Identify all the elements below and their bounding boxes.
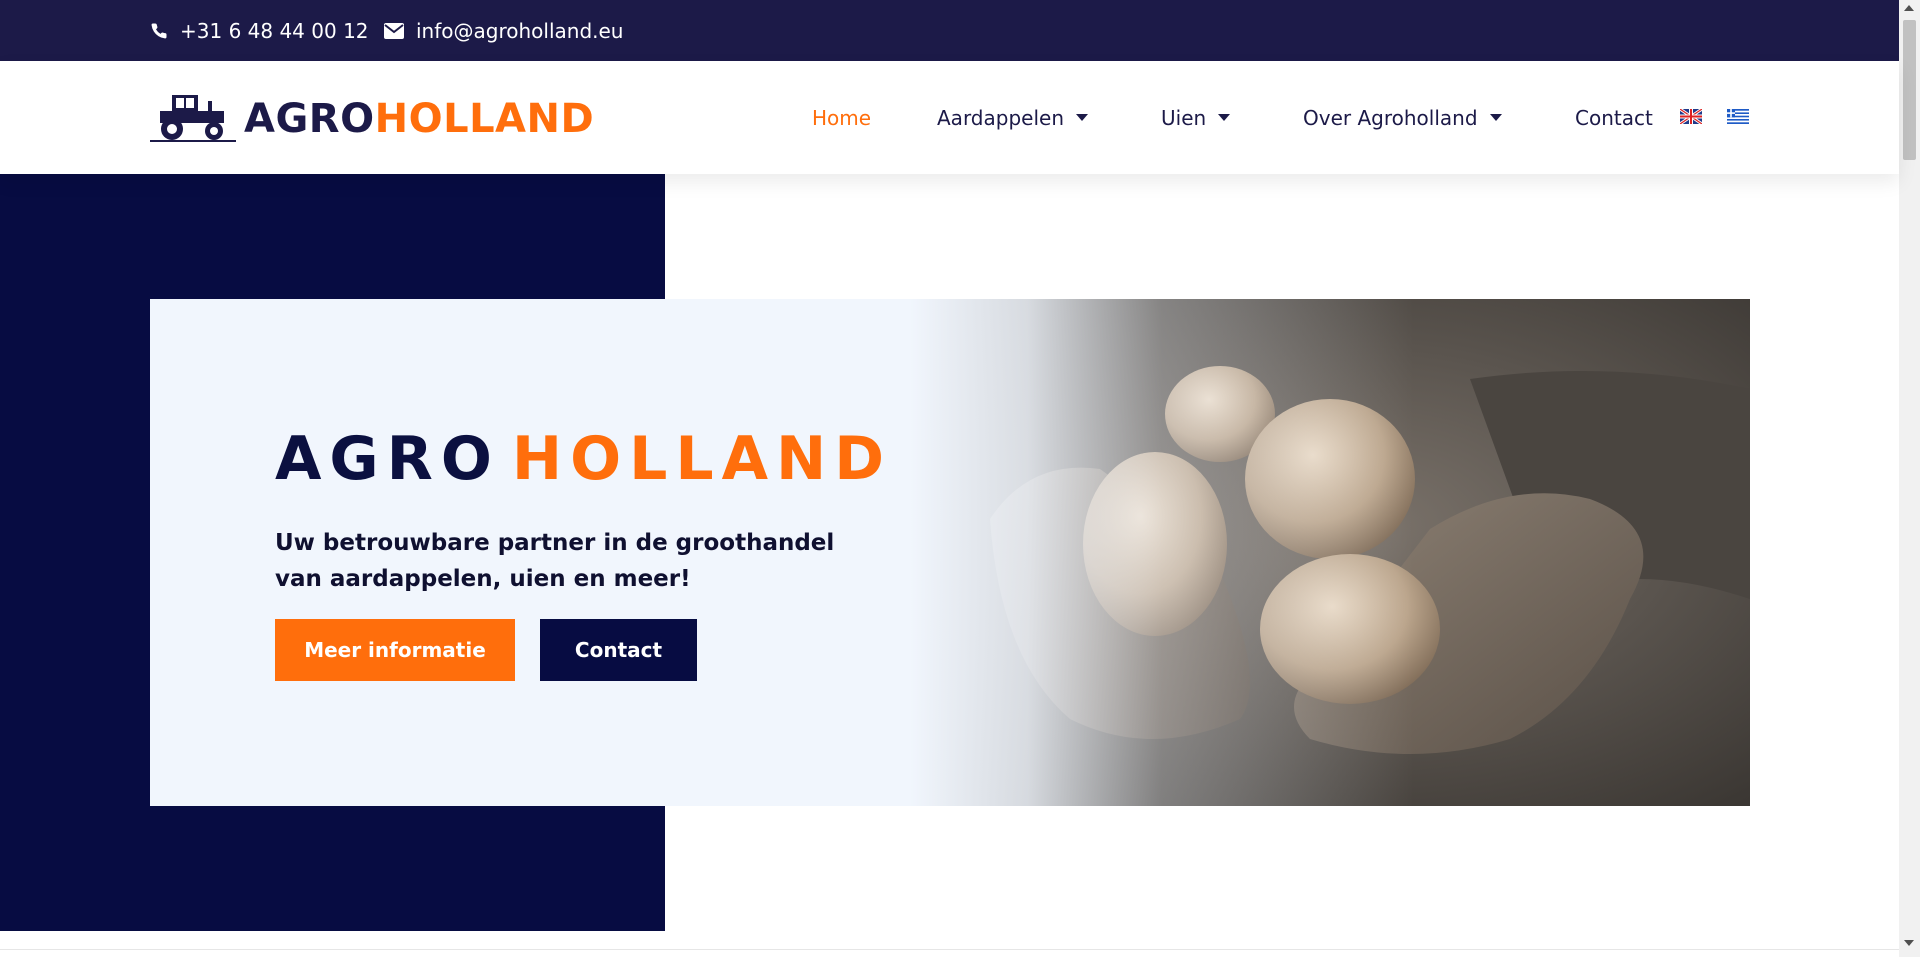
- caret-down-icon: [1218, 114, 1231, 121]
- site-header: AGROHOLLAND Home Aardappelen Uien Over A…: [0, 61, 1899, 174]
- meer-informatie-button[interactable]: Meer informatie: [275, 619, 515, 681]
- uk-flag-icon[interactable]: [1679, 107, 1703, 126]
- tractor-icon: [150, 91, 236, 147]
- nav-home-label: Home: [812, 105, 872, 130]
- nav-contact-label: Contact: [1575, 105, 1653, 130]
- nav-uien[interactable]: Uien: [1161, 61, 1231, 174]
- hero-subtitle: Uw betrouwbare partner in de groothandel…: [275, 530, 835, 592]
- email-address: info@agroholland.eu: [416, 18, 624, 43]
- nav-aardappelen-label: Aardappelen: [937, 105, 1064, 130]
- logo-text-holland: HOLLAND: [374, 96, 595, 142]
- nav-over-label: Over Agroholland: [1303, 105, 1478, 130]
- logo-text-agro: AGRO: [244, 96, 375, 142]
- caret-down-icon: [1076, 114, 1088, 121]
- hero-title-holland: HOLLAND: [511, 424, 893, 494]
- nav-home[interactable]: Home: [812, 61, 871, 174]
- hero-title-agro: AGRO: [275, 424, 500, 494]
- nav-contact[interactable]: Contact: [1575, 61, 1653, 174]
- email-contact[interactable]: info@agroholland.eu: [384, 0, 623, 61]
- caret-down-icon: [1489, 114, 1502, 121]
- site-logo[interactable]: AGROHOLLAND: [150, 91, 594, 147]
- contact-button[interactable]: Contact: [540, 619, 697, 681]
- nav-aardappelen[interactable]: Aardappelen: [937, 61, 1088, 174]
- hero-card: AGRO HOLLAND Uw betrouwbare partner in de…: [150, 299, 1750, 806]
- nav-uien-label: Uien: [1161, 105, 1207, 130]
- greece-flag-icon[interactable]: [1727, 109, 1749, 124]
- phone-contact[interactable]: +31 6 48 44 00 12: [150, 0, 369, 61]
- envelope-icon: [384, 22, 404, 39]
- phone-icon: [150, 22, 168, 40]
- scroll-up-arrow-icon[interactable]: [1904, 5, 1914, 11]
- nav-over-agroholland[interactable]: Over Agroholland: [1303, 61, 1502, 174]
- phone-number: +31 6 48 44 00 12: [180, 18, 369, 43]
- scroll-down-arrow-icon[interactable]: [1904, 940, 1914, 946]
- hero-title: AGRO HOLLAND: [275, 429, 892, 489]
- hero-image-fade: [910, 299, 1750, 806]
- top-contact-bar: +31 6 48 44 00 12 info@agroholland.eu: [0, 0, 1899, 61]
- scrollbar-thumb[interactable]: [1903, 20, 1916, 160]
